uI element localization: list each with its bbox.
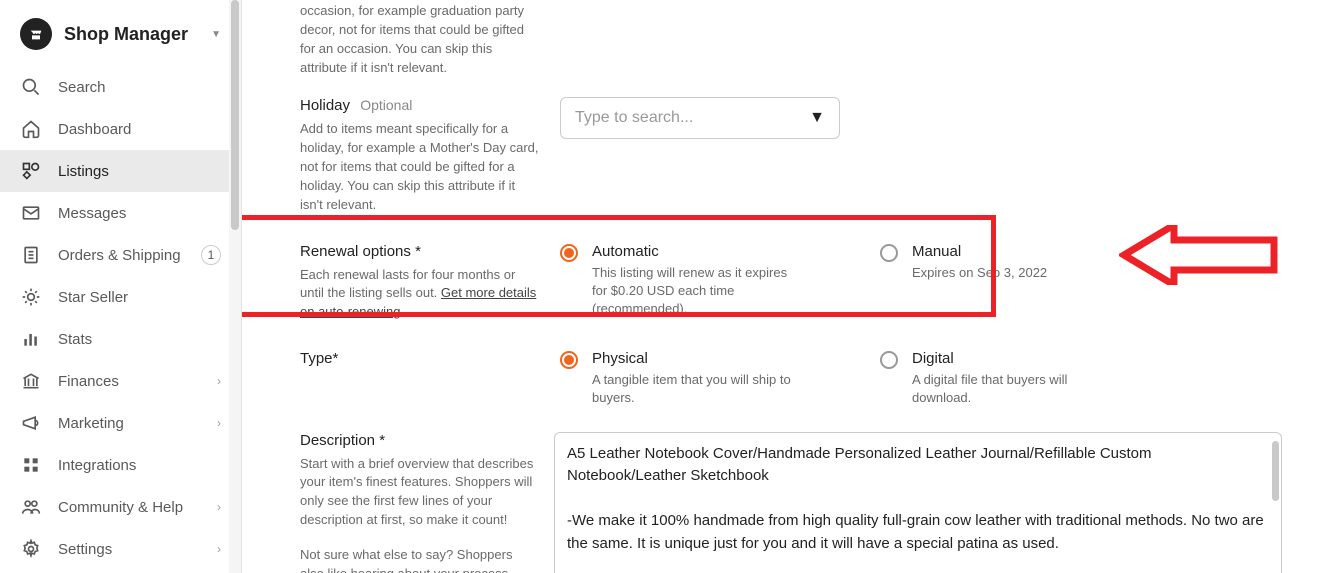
- optional-label: Optional: [360, 97, 412, 113]
- renewal-help: Each renewal lasts for four months or un…: [300, 266, 540, 323]
- radio-label: Physical: [592, 350, 800, 367]
- chevron-right-icon: ›: [217, 500, 221, 514]
- caret-down-icon: ▼: [809, 109, 825, 127]
- radio-unselected-icon: [880, 351, 898, 369]
- sidebar-scrollbar-thumb[interactable]: [231, 0, 239, 230]
- sidebar-item-marketing[interactable]: Marketing ›: [0, 402, 241, 444]
- sidebar-item-orders[interactable]: Orders & Shipping 1: [0, 234, 241, 276]
- clipboard-icon: [20, 245, 42, 265]
- chevron-down-icon: ▼: [211, 29, 221, 40]
- description-value: A5 Leather Notebook Cover/Handmade Perso…: [567, 443, 1269, 573]
- radio-sublabel: Expires on Sep 3, 2022: [912, 264, 1047, 282]
- holiday-select[interactable]: Type to search... ▼: [560, 97, 840, 139]
- sidebar-scrollbar-track: [229, 0, 241, 573]
- star-icon: [20, 287, 42, 307]
- sidebar-item-finances[interactable]: Finances ›: [0, 360, 241, 402]
- type-title: Type*: [300, 350, 540, 367]
- type-radio-group: Physical A tangible item that you will s…: [560, 350, 1282, 407]
- sidebar-item-label: Settings: [58, 541, 112, 558]
- sidebar-item-label: Orders & Shipping: [58, 247, 181, 264]
- bank-icon: [20, 371, 42, 391]
- description-textarea[interactable]: A5 Leather Notebook Cover/Handmade Perso…: [554, 432, 1282, 573]
- sidebar-item-community[interactable]: Community & Help ›: [0, 486, 241, 528]
- envelope-icon: [20, 203, 42, 223]
- sidebar-item-label: Search: [58, 79, 106, 96]
- megaphone-icon: [20, 413, 42, 433]
- occasion-field: occasion, for example graduation party d…: [300, 0, 1282, 77]
- renewal-title: Renewal options *: [300, 243, 540, 260]
- sidebar-item-label: Messages: [58, 205, 126, 222]
- squares-icon: [20, 455, 42, 475]
- radio-sublabel: A tangible item that you will ship to bu…: [592, 371, 800, 407]
- radio-selected-icon: [560, 244, 578, 262]
- sidebar-item-label: Integrations: [58, 457, 136, 474]
- radio-sublabel: This listing will renew as it expires fo…: [592, 264, 800, 319]
- sidebar: Shop Manager ▼ Search Dashboard Listings…: [0, 0, 242, 573]
- arrow-annotation-icon: [1119, 225, 1279, 285]
- sidebar-item-star-seller[interactable]: Star Seller: [0, 276, 241, 318]
- sidebar-item-label: Stats: [58, 331, 92, 348]
- search-icon: [20, 77, 42, 97]
- sidebar-item-integrations[interactable]: Integrations: [0, 444, 241, 486]
- holiday-placeholder: Type to search...: [575, 109, 693, 127]
- sidebar-item-label: Finances: [58, 373, 119, 390]
- radio-label: Manual: [912, 243, 1047, 260]
- app-root: Shop Manager ▼ Search Dashboard Listings…: [0, 0, 1322, 573]
- radio-selected-icon: [560, 351, 578, 369]
- radio-label: Automatic: [592, 243, 800, 260]
- sidebar-item-label: Listings: [58, 163, 109, 180]
- sidebar-item-listings[interactable]: Listings: [0, 150, 241, 192]
- chevron-right-icon: ›: [217, 542, 221, 556]
- sidebar-item-label: Star Seller: [58, 289, 128, 306]
- sidebar-item-label: Community & Help: [58, 499, 183, 516]
- renewal-option-manual[interactable]: Manual Expires on Sep 3, 2022: [880, 243, 1120, 319]
- type-option-digital[interactable]: Digital A digital file that buyers will …: [880, 350, 1120, 407]
- holiday-help: Add to items meant specifically for a ho…: [300, 120, 540, 214]
- type-field: Type* Physical A tangible item that you …: [300, 350, 1282, 407]
- description-help-2: Not sure what else to say? Shoppers also…: [300, 546, 534, 573]
- chevron-right-icon: ›: [217, 416, 221, 430]
- shop-logo-icon: [20, 18, 52, 50]
- sidebar-item-messages[interactable]: Messages: [0, 192, 241, 234]
- sidebar-item-settings[interactable]: Settings ›: [0, 528, 241, 570]
- home-icon: [20, 119, 42, 139]
- sidebar-item-label: Marketing: [58, 415, 124, 432]
- textarea-scrollbar-thumb[interactable]: [1272, 441, 1279, 501]
- chevron-right-icon: ›: [217, 374, 221, 388]
- radio-unselected-icon: [880, 244, 898, 262]
- occasion-help: occasion, for example graduation party d…: [300, 2, 540, 77]
- sidebar-item-label: Dashboard: [58, 121, 131, 138]
- description-help-1: Start with a brief overview that describ…: [300, 455, 534, 530]
- holiday-field: Holiday Optional Add to items meant spec…: [300, 97, 1282, 214]
- gear-icon: [20, 539, 42, 559]
- shop-manager-title: Shop Manager: [64, 24, 195, 45]
- type-option-physical[interactable]: Physical A tangible item that you will s…: [560, 350, 800, 407]
- sidebar-item-stats[interactable]: Stats: [0, 318, 241, 360]
- holiday-title: Holiday Optional: [300, 97, 540, 114]
- grid-icon: [20, 161, 42, 181]
- orders-badge: 1: [201, 245, 221, 265]
- sidebar-item-dashboard[interactable]: Dashboard: [0, 108, 241, 150]
- main-content: occasion, for example graduation party d…: [242, 0, 1322, 573]
- holiday-title-text: Holiday: [300, 97, 350, 114]
- description-field: Description * Start with a brief overvie…: [300, 432, 1282, 573]
- radio-sublabel: A digital file that buyers will download…: [912, 371, 1120, 407]
- renewal-option-automatic[interactable]: Automatic This listing will renew as it …: [560, 243, 800, 319]
- people-icon: [20, 497, 42, 517]
- sidebar-header[interactable]: Shop Manager ▼: [0, 0, 241, 66]
- radio-label: Digital: [912, 350, 1120, 367]
- description-title: Description *: [300, 432, 534, 449]
- sidebar-item-search[interactable]: Search: [0, 66, 241, 108]
- bars-icon: [20, 329, 42, 349]
